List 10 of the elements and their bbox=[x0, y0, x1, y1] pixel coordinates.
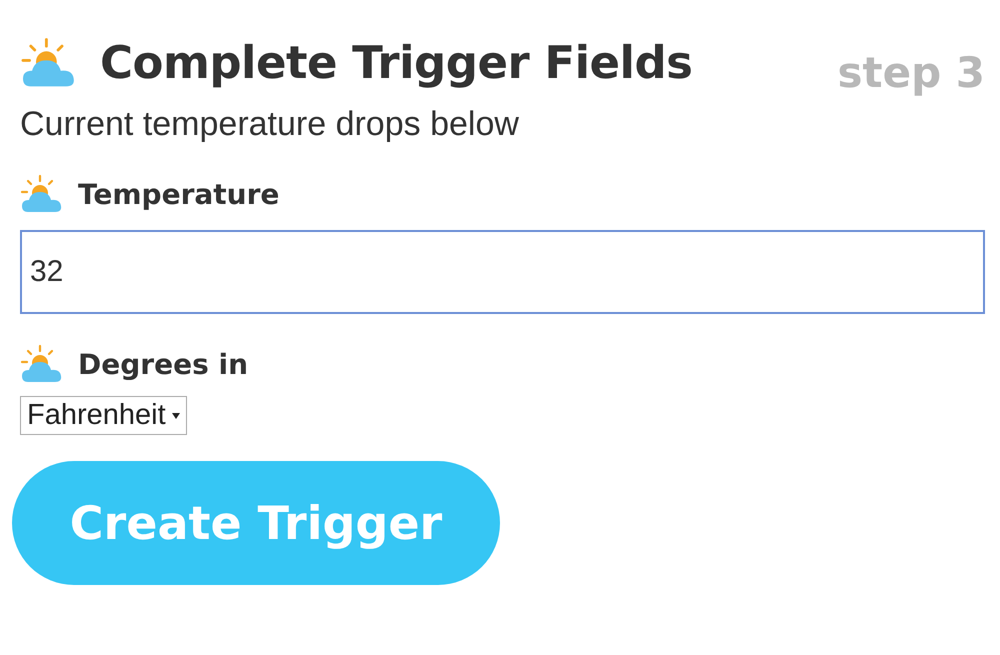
temperature-field[interactable]: 32 bbox=[20, 230, 985, 314]
step-indicator: step 3 bbox=[838, 48, 985, 97]
sun-cloud-icon bbox=[20, 344, 64, 384]
sun-cloud-icon bbox=[20, 174, 64, 214]
caret-icon bbox=[172, 412, 180, 418]
page-title: Complete Trigger Fields bbox=[100, 36, 692, 89]
field-label: Temperature bbox=[78, 178, 280, 210]
unit-dropdown[interactable]: Fahrenheit bbox=[20, 396, 187, 435]
trigger-description: Current temperature drops below bbox=[20, 105, 520, 144]
field-label: Degrees in bbox=[78, 348, 248, 380]
